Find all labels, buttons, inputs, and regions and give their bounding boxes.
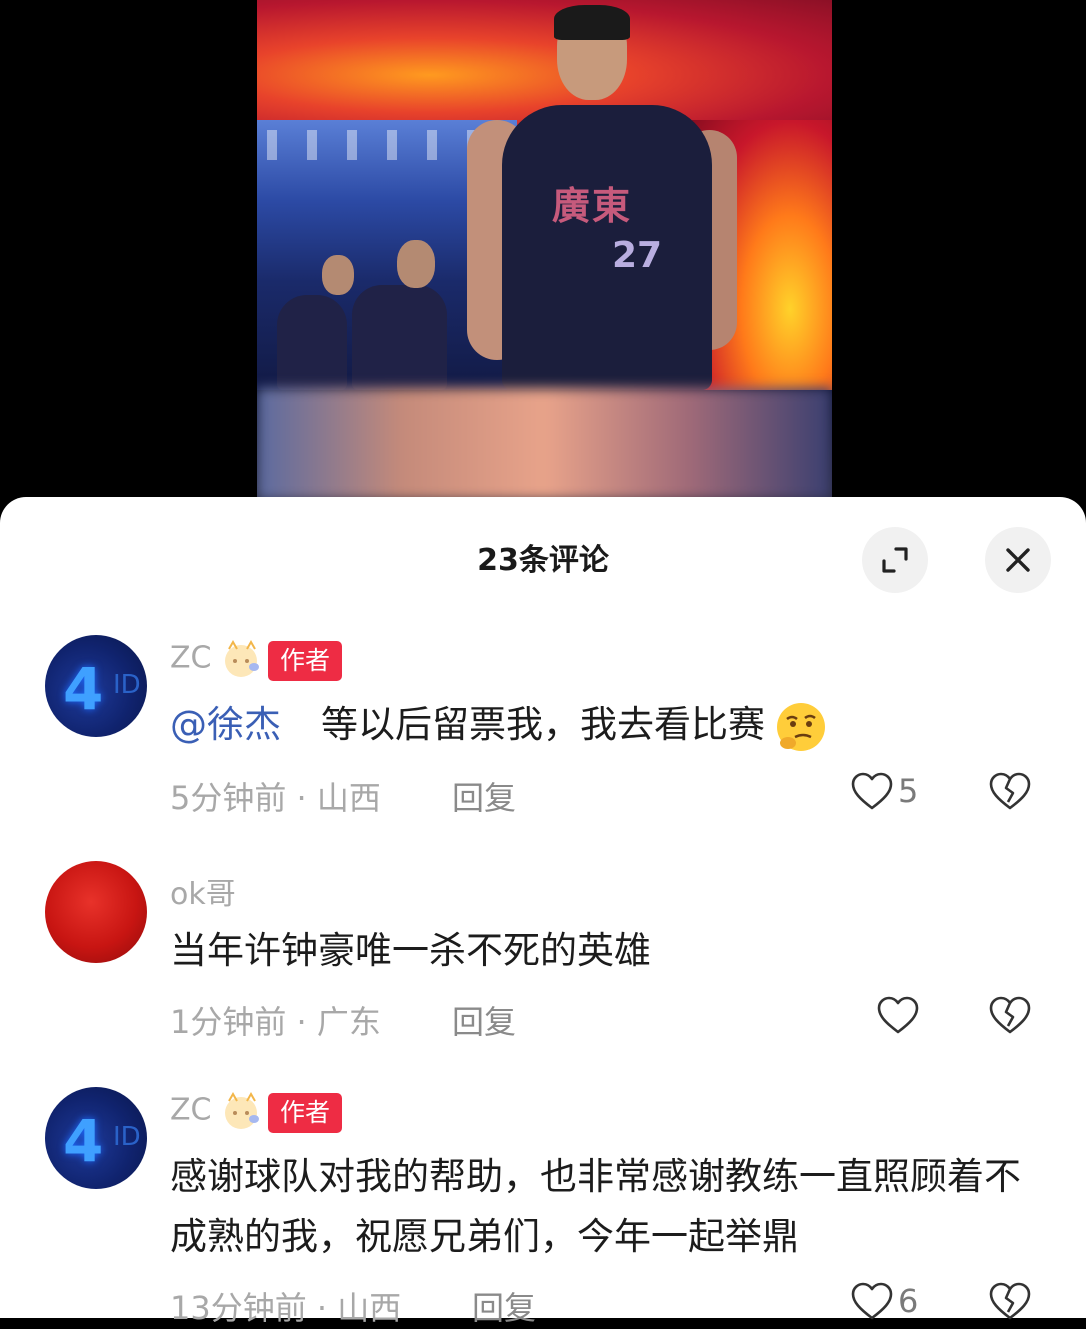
meta-separator: · — [316, 1289, 338, 1327]
like-button[interactable]: 6 — [850, 1281, 918, 1321]
reply-button[interactable]: 回复 — [472, 1283, 536, 1329]
avatar-number: 4 — [63, 655, 104, 723]
comment-location: 山西 — [316, 779, 381, 817]
username-text: ZC — [170, 1092, 212, 1128]
author-badge: 作者 — [268, 1093, 343, 1133]
photo-background-player — [352, 285, 447, 390]
comment-text: @徐杰 等以后留票我，我去看比赛 — [170, 695, 1050, 755]
like-count: 6 — [898, 1282, 919, 1320]
cute-face-icon — [225, 639, 260, 677]
dislike-button[interactable] — [988, 771, 1032, 815]
comment-location: 山西 — [337, 1289, 402, 1327]
thinking-emoji-icon — [776, 702, 825, 751]
comment-time: 1分钟前 — [170, 1003, 287, 1041]
jersey-number: 27 — [612, 235, 663, 276]
avatar-decoration: ID — [113, 1122, 141, 1152]
reply-button[interactable]: 回复 — [452, 997, 516, 1043]
comment-time: 13分钟前 — [170, 1289, 307, 1327]
reply-button[interactable]: 回复 — [452, 773, 516, 819]
avatar[interactable]: 4 ID — [45, 1087, 147, 1189]
photo-main-player: 廣東 27 — [462, 5, 762, 390]
avatar-number: 4 — [63, 1107, 104, 1175]
photo-background-player — [277, 295, 347, 390]
expand-button[interactable] — [862, 527, 928, 593]
photo-background-player-head — [322, 255, 354, 295]
username-text: ZC — [170, 640, 212, 676]
broken-heart-icon — [989, 1282, 1031, 1320]
mention-link[interactable]: @徐杰 — [170, 703, 281, 746]
comment-meta: 1分钟前 · 广东 — [170, 997, 381, 1043]
avatar-decoration: ID — [113, 670, 141, 700]
comment-text: 感谢球队对我的帮助，也非常感谢教练一直照顾着不成熟的我，祝愿兄弟们，今年一起举鼎 — [170, 1155, 1021, 1258]
like-button[interactable]: 5 — [850, 771, 918, 811]
meta-separator: · — [296, 779, 317, 817]
comment-meta: 5分钟前 · 山西 — [170, 773, 381, 819]
heart-icon — [851, 1282, 893, 1320]
dislike-button[interactable] — [988, 1281, 1032, 1325]
comment-location: 广东 — [316, 1003, 381, 1041]
like-button[interactable] — [876, 995, 924, 1035]
expand-icon — [882, 547, 908, 573]
meta-separator: · — [296, 1003, 317, 1041]
broken-heart-icon — [989, 772, 1031, 810]
comment-username[interactable]: ZC — [170, 639, 265, 679]
comment-text: 当年许钟豪唯一杀不死的英雄 — [170, 929, 651, 972]
author-badge: 作者 — [268, 641, 343, 681]
heart-icon — [851, 772, 893, 810]
comment-username[interactable]: ZC — [170, 1091, 265, 1131]
comments-sheet: 23条评论 4 ID ZC 作者 @徐杰 等以后留票我，我去看比赛 5分钟前 ·… — [0, 497, 1086, 1327]
jersey-text: 廣東 — [552, 184, 633, 228]
comment-username[interactable]: ok哥 — [170, 869, 236, 913]
like-count: 5 — [898, 772, 919, 810]
comment-meta: 13分钟前 · 山西 — [170, 1283, 401, 1329]
broken-heart-icon — [989, 996, 1031, 1034]
dislike-button[interactable] — [988, 995, 1032, 1039]
avatar[interactable] — [45, 861, 147, 963]
comment-time: 5分钟前 — [170, 779, 287, 817]
player-jersey — [502, 105, 712, 390]
photo-background-player-head — [397, 240, 435, 288]
close-button[interactable] — [985, 527, 1051, 593]
avatar[interactable]: 4 ID — [45, 635, 147, 737]
comment-body: 等以后留票我，我去看比赛 — [321, 703, 765, 746]
post-photo[interactable]: 廣東 27 — [257, 0, 832, 500]
close-icon — [1006, 548, 1030, 572]
cute-face-icon — [225, 1091, 260, 1129]
heart-icon — [877, 996, 919, 1034]
photo-blurred-strip — [257, 388, 832, 500]
player-hair — [554, 5, 630, 40]
